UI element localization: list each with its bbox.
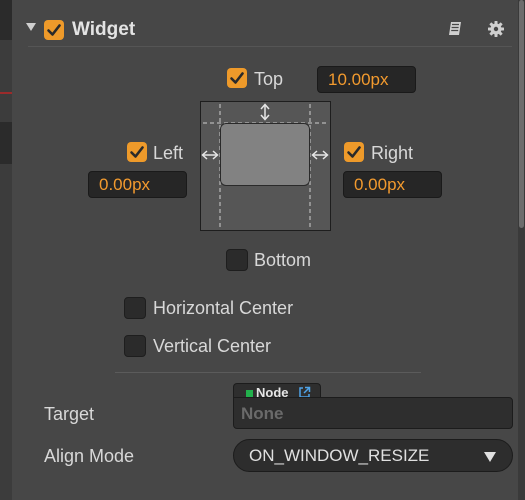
vertical-center-label: Vertical Center <box>153 336 272 356</box>
left-margin-arrow-icon <box>201 150 219 160</box>
scrollbar-thumb[interactable] <box>519 0 524 228</box>
widget-enabled-checkbox[interactable] <box>44 20 64 40</box>
node-type-dot <box>246 390 253 397</box>
left-panel-segment <box>0 122 12 164</box>
target-label: Target <box>44 404 95 424</box>
gear-icon[interactable] <box>487 20 505 43</box>
right-checkbox[interactable] <box>344 142 364 162</box>
scrollbar[interactable] <box>518 0 525 500</box>
header-divider <box>28 46 512 47</box>
target-node-field[interactable]: None <box>233 397 513 429</box>
component-title: Widget <box>72 19 136 40</box>
widget-component-header[interactable]: Widget <box>12 14 512 46</box>
bottom-label: Bottom <box>254 250 312 270</box>
left-panel-edge <box>0 0 12 500</box>
left-value-field[interactable]: 0.00px <box>88 171 187 198</box>
left-checkbox[interactable] <box>127 142 147 162</box>
vertical-center-checkbox[interactable] <box>124 335 146 357</box>
horizontal-center-checkbox[interactable] <box>124 297 146 319</box>
left-label: Left <box>153 143 184 163</box>
top-value-field[interactable]: 10.00px <box>317 66 416 93</box>
top-checkbox[interactable] <box>227 68 247 88</box>
section-divider <box>115 372 421 373</box>
right-label: Right <box>371 143 414 163</box>
left-panel-segment <box>0 0 12 40</box>
align-mode-value: ON_WINDOW_RESIZE <box>249 446 430 465</box>
top-label: Top <box>254 69 284 89</box>
horizontal-center-label: Horizontal Center <box>153 298 294 318</box>
book-icon[interactable] <box>447 20 465 43</box>
target-node-value: None <box>241 404 284 423</box>
align-mode-select[interactable]: ON_WINDOW_RESIZE <box>233 439 513 472</box>
right-value-field[interactable]: 0.00px <box>343 171 442 198</box>
collapse-arrow-icon[interactable] <box>26 23 36 31</box>
top-margin-arrow-icon <box>260 103 270 121</box>
bottom-checkbox[interactable] <box>226 249 248 271</box>
left-panel-marker <box>0 92 12 94</box>
dropdown-caret-icon <box>484 452 496 462</box>
target-node-preview <box>220 123 310 186</box>
align-mode-label: Align Mode <box>44 446 135 466</box>
right-margin-arrow-icon <box>311 150 329 160</box>
